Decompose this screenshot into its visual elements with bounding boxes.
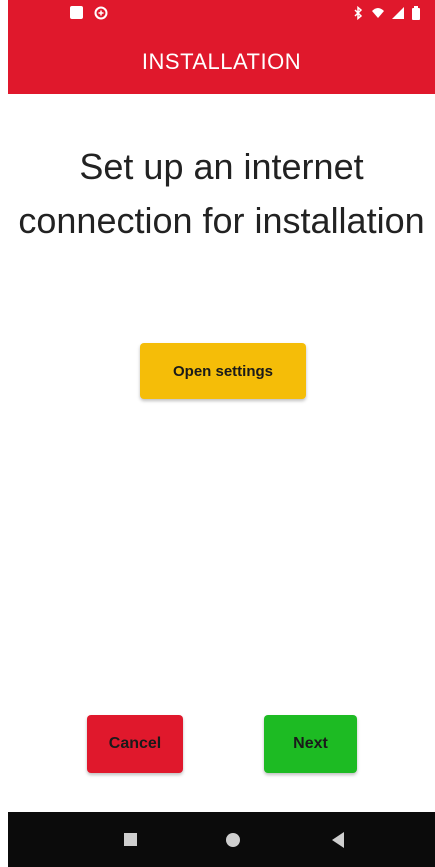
status-bar-left: [70, 6, 108, 20]
open-settings-button[interactable]: Open settings: [140, 343, 306, 399]
app-bar: INSTALLATION: [8, 30, 435, 94]
system-navigation-bar: [8, 812, 435, 867]
notification-square-icon: [70, 6, 84, 20]
app-notification-icon: [94, 6, 108, 20]
next-button[interactable]: Next: [264, 715, 357, 773]
recents-icon: [123, 833, 137, 846]
app-screen: INSTALLATION Set up an internet connecti…: [0, 0, 435, 867]
home-button[interactable]: [208, 812, 258, 867]
bluetooth-icon: [351, 5, 365, 21]
status-bar-right: [351, 5, 425, 21]
page-title: INSTALLATION: [141, 49, 302, 74]
signal-icon: [391, 6, 405, 20]
home-icon: [226, 832, 240, 847]
cancel-button[interactable]: Cancel: [87, 715, 183, 773]
status-bar: [8, 0, 435, 30]
recents-button[interactable]: [105, 812, 155, 867]
wifi-icon: [371, 6, 385, 20]
back-icon: [332, 831, 344, 848]
instruction-heading: Set up an internet connection for instal…: [18, 146, 425, 241]
back-button[interactable]: [313, 812, 363, 867]
battery-icon: [411, 6, 425, 20]
